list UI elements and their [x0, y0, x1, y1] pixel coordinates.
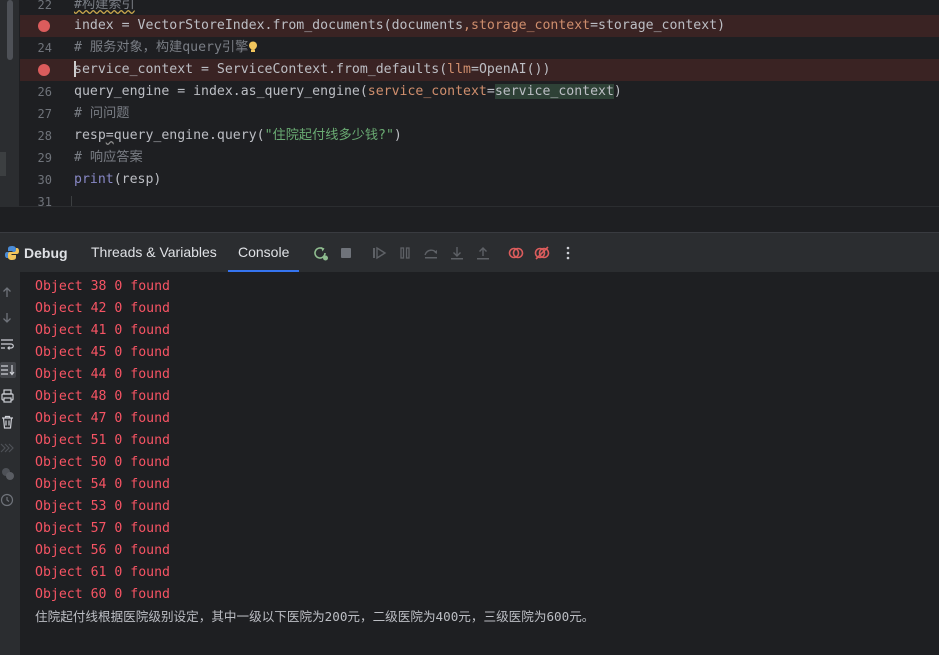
- code-text: resp=query_engine.query("住院起付线多少钱?"): [74, 128, 402, 143]
- console-error-line: Object 57 0 found: [35, 521, 170, 536]
- console-answer-line: 住院起付线根据医院级别设定，其中一级以下医院为200元，二级医院为400元，三级…: [35, 609, 595, 624]
- soft-wrap-icon[interactable]: [0, 336, 16, 352]
- console-output[interactable]: Object Object 38 0 found Object 42 0 fou…: [20, 272, 939, 655]
- print-icon[interactable]: [0, 388, 16, 404]
- code-line[interactable]: 24 # 服务对象，构建query引擎: [20, 37, 939, 59]
- console-error-line: Object 56 0 found: [35, 543, 170, 558]
- project-panel-marker: [0, 152, 6, 176]
- chevrons-right-icon[interactable]: [0, 440, 16, 456]
- clock-icon[interactable]: [0, 492, 16, 508]
- line-number: 30: [37, 173, 52, 187]
- console-side-toolbar: [0, 272, 20, 655]
- console-error-line: Object 42 0 found: [35, 301, 170, 316]
- scroll-to-end-icon[interactable]: [0, 362, 16, 378]
- arrow-up-icon[interactable]: [0, 284, 16, 300]
- resume-icon[interactable]: [370, 244, 388, 262]
- code-line[interactable]: 22 #构建索引: [20, 0, 939, 16]
- console-error-line: Object 44 0 found: [35, 367, 170, 382]
- console-error-line: Object 45 0 found: [35, 345, 170, 360]
- debug-title[interactable]: Debug: [4, 233, 68, 273]
- breakpoint-icon[interactable]: [38, 20, 50, 32]
- console-error-line: Object 47 0 found: [35, 411, 170, 426]
- code-text: # 问问题: [74, 106, 130, 121]
- editor-bottom-area: [0, 206, 939, 230]
- code-line[interactable]: 30 print(resp): [20, 169, 939, 191]
- console-error-line: Object 41 0 found: [35, 323, 170, 338]
- tab-console[interactable]: Console: [228, 233, 300, 273]
- trash-icon[interactable]: [0, 414, 16, 430]
- line-number: 27: [37, 107, 52, 121]
- code-line[interactable]: 29 # 响应答案: [20, 147, 939, 169]
- pause-icon[interactable]: [396, 244, 414, 262]
- line-number: 24: [37, 41, 52, 55]
- console-error-line: Object 53 0 found: [35, 499, 170, 514]
- python-console-icon[interactable]: [0, 466, 16, 482]
- line-number: 29: [37, 151, 52, 165]
- breakpoint-icon[interactable]: [38, 64, 50, 76]
- line-number: 28: [37, 129, 52, 143]
- code-text: index = VectorStoreIndex.from_documents(…: [74, 18, 726, 33]
- console-error-line: Object 38 0 found: [35, 279, 170, 294]
- code-line-breakpoint[interactable]: index = VectorStoreIndex.from_documents(…: [20, 15, 939, 37]
- code-line[interactable]: 26 query_engine = index.as_query_engine(…: [20, 81, 939, 103]
- lightbulb-icon[interactable]: [248, 41, 258, 53]
- console-error-line: Object 60 0 found: [35, 587, 170, 602]
- stop-icon[interactable]: [337, 244, 355, 262]
- code-text: query_engine = index.as_query_engine(ser…: [74, 84, 622, 99]
- console-error-line: Object 51 0 found: [35, 433, 170, 448]
- more-options-icon[interactable]: [559, 244, 577, 262]
- code-editor[interactable]: 22 #构建索引 index = VectorStoreIndex.from_d…: [0, 0, 939, 230]
- editor-left-strip: [0, 0, 20, 230]
- step-into-icon[interactable]: [448, 244, 466, 262]
- tab-label: Threads & Variables: [91, 244, 217, 260]
- editor-scroll-thumb[interactable]: [7, 0, 13, 60]
- console-error-line: Object 61 0 found: [35, 565, 170, 580]
- line-number: 26: [37, 85, 52, 99]
- debug-title-label: Debug: [24, 245, 68, 261]
- code-text: #构建索引: [74, 0, 135, 12]
- code-text: # 响应答案: [74, 150, 143, 165]
- rerun-icon[interactable]: [311, 244, 329, 262]
- code-line[interactable]: 27 # 问问题: [20, 103, 939, 125]
- line-number: 22: [37, 0, 52, 12]
- debug-toolbar: Debug Threads & Variables Console: [0, 232, 939, 273]
- console-error-line: Object 50 0 found: [35, 455, 170, 470]
- code-text: service_context = ServiceContext.from_de…: [74, 61, 551, 77]
- console-error-line: Object 48 0 found: [35, 389, 170, 404]
- python-icon: [5, 246, 19, 260]
- code-line-breakpoint[interactable]: service_context = ServiceContext.from_de…: [20, 59, 939, 81]
- mute-breakpoints-icon[interactable]: [533, 244, 551, 262]
- ide-window: 22 #构建索引 index = VectorStoreIndex.from_d…: [0, 0, 939, 655]
- code-text: # 服务对象，构建query引擎: [74, 37, 258, 59]
- code-line[interactable]: 28 resp=query_engine.query("住院起付线多少钱?"): [20, 125, 939, 147]
- tab-label: Console: [238, 244, 290, 260]
- step-over-icon[interactable]: [422, 244, 440, 262]
- tab-threads-variables[interactable]: Threads & Variables: [81, 233, 227, 273]
- step-out-icon[interactable]: [474, 244, 492, 262]
- arrow-down-icon[interactable]: [0, 310, 16, 326]
- console-error-line: Object 54 0 found: [35, 477, 170, 492]
- code-text: print(resp): [74, 172, 162, 187]
- view-breakpoints-icon[interactable]: [507, 244, 525, 262]
